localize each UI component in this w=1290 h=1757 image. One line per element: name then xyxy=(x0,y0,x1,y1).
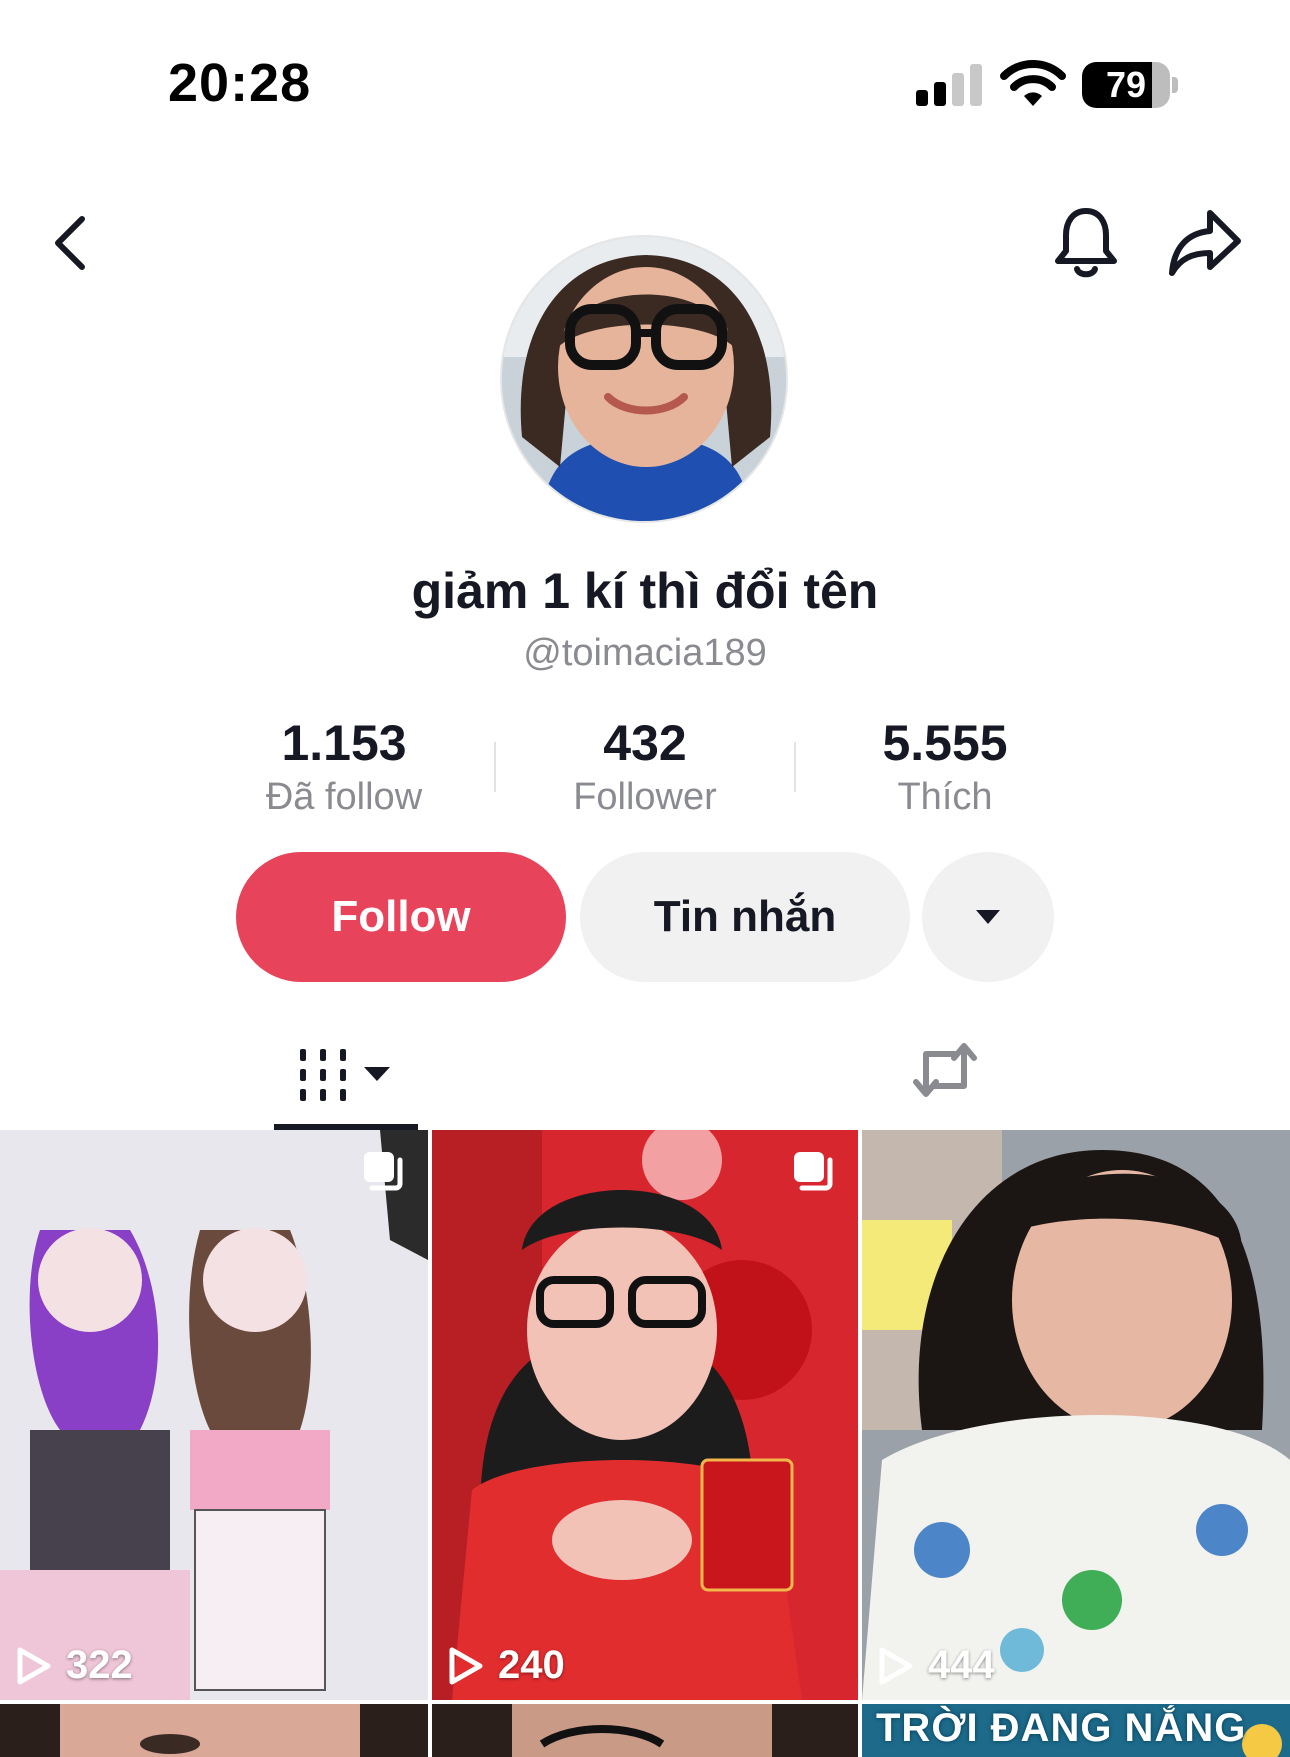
follow-button[interactable]: Follow xyxy=(236,852,566,982)
caret-down-icon xyxy=(976,910,1000,924)
following-label: Đã follow xyxy=(265,776,423,818)
play-icon xyxy=(449,1647,483,1684)
stat-following[interactable]: 1.153 Đã follow xyxy=(224,712,464,819)
back-button[interactable] xyxy=(40,208,100,278)
display-name: giảm 1 kí thì đổi tên xyxy=(411,563,879,619)
grid-view-icon xyxy=(300,1049,390,1101)
battery-level: 79 xyxy=(1105,64,1147,105)
multi-photo-icon xyxy=(364,1152,403,1191)
video-thumbnail[interactable]: 444 xyxy=(862,1130,1290,1700)
video-thumbnail[interactable] xyxy=(432,1704,858,1757)
view-count-value: 240 xyxy=(498,1643,565,1687)
thumbnail-caption: TRỜI ĐANG NẮNG xyxy=(876,1706,1247,1750)
share-icon xyxy=(1169,210,1241,276)
selfie-thumbnail-image xyxy=(0,1704,428,1757)
tab-videos[interactable] xyxy=(274,1020,418,1130)
view-count: 444 xyxy=(878,1643,995,1688)
video-thumbnail[interactable]: 322 xyxy=(0,1130,428,1700)
video-thumbnail[interactable] xyxy=(0,1704,428,1757)
message-button[interactable]: Tin nhắn xyxy=(580,852,910,982)
view-count-value: 322 xyxy=(66,1643,133,1687)
profile-stats: 1.153 Đã follow 432 Follower 5.555 Thích xyxy=(0,712,1290,822)
cellular-signal-icon xyxy=(916,62,984,106)
notification-bell-button[interactable] xyxy=(1050,205,1122,281)
video-thumbnail[interactable]: TRỜI ĐANG NẮNG xyxy=(862,1704,1290,1757)
selfie-thumbnail-image xyxy=(432,1130,858,1700)
view-count-value: 444 xyxy=(928,1643,995,1687)
drawing-thumbnail-image xyxy=(0,1130,428,1700)
multi-photo-icon xyxy=(794,1152,833,1191)
tab-reposts[interactable] xyxy=(880,1020,1010,1120)
followers-label: Follower xyxy=(573,776,717,818)
likes-count: 5.555 xyxy=(882,715,1008,771)
repost-icon xyxy=(913,1043,977,1097)
play-icon xyxy=(17,1647,51,1684)
likes-label: Thích xyxy=(897,776,993,818)
followers-count: 432 xyxy=(603,715,687,771)
bell-icon xyxy=(1055,208,1117,278)
stat-divider xyxy=(794,742,796,792)
status-time: 20:28 xyxy=(168,53,312,113)
stat-divider xyxy=(494,742,496,792)
selfie-thumbnail-image xyxy=(432,1704,858,1757)
battery-icon: 79 xyxy=(1082,62,1178,108)
view-count: 322 xyxy=(16,1643,133,1688)
selfie-thumbnail-image xyxy=(862,1130,1290,1700)
more-options-button[interactable] xyxy=(922,852,1054,982)
wifi-icon xyxy=(1000,60,1066,106)
view-count: 240 xyxy=(448,1643,565,1688)
stat-likes[interactable]: 5.555 Thích xyxy=(825,712,1065,819)
stat-followers[interactable]: 432 Follower xyxy=(525,712,765,819)
following-count: 1.153 xyxy=(281,715,407,771)
status-bar: 20:28 79 xyxy=(0,0,1290,150)
back-icon xyxy=(55,216,85,270)
avatar[interactable] xyxy=(500,235,788,523)
username: @toimacia189 xyxy=(523,632,767,674)
avatar-photo xyxy=(502,237,786,521)
video-thumbnail[interactable]: 240 xyxy=(432,1130,858,1700)
video-grid: 322 240 444 TRỜI ĐANG NẮNG xyxy=(0,1130,1290,1757)
play-icon xyxy=(879,1647,913,1684)
share-button[interactable] xyxy=(1168,205,1242,281)
